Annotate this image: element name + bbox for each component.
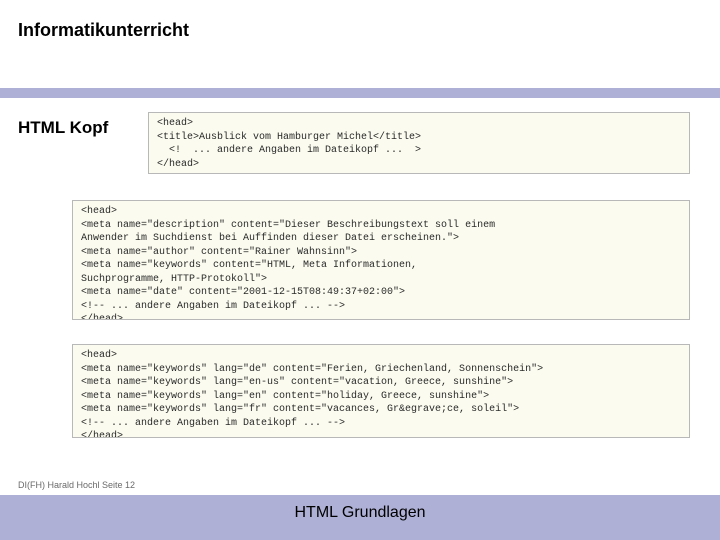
slide-container: Informatikunterricht HTML Kopf <head> <t… — [0, 0, 720, 540]
code-block-2: <head> <meta name="description" content=… — [72, 200, 690, 320]
page-title: Informatikunterricht — [18, 20, 189, 41]
code-block-3: <head> <meta name="keywords" lang="de" c… — [72, 344, 690, 438]
footer-title: HTML Grundlagen — [0, 504, 720, 522]
section-heading: HTML Kopf — [18, 118, 108, 138]
code-block-1: <head> <title>Ausblick vom Hamburger Mic… — [148, 112, 690, 174]
footer-credit: DI(FH) Harald Hochl Seite 12 — [18, 480, 135, 490]
header-divider — [0, 88, 720, 98]
